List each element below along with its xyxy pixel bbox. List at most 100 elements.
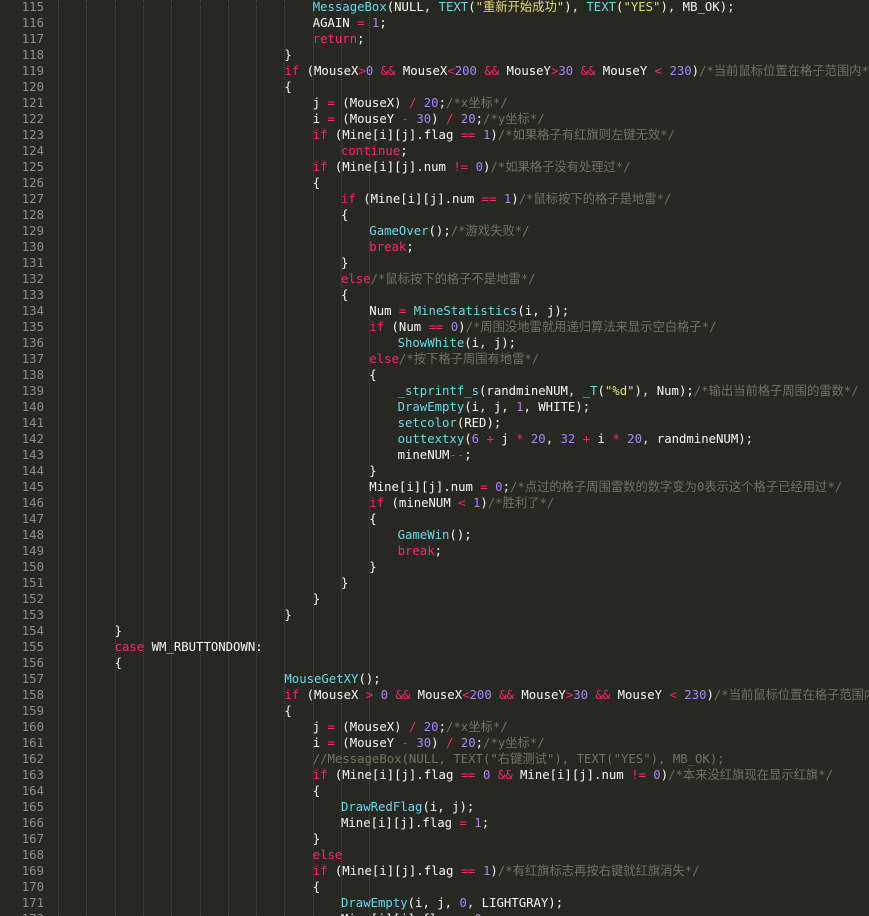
code-line[interactable]: 146 if (mineNUM < 1)/*胜利了*/ — [0, 495, 869, 511]
code-line[interactable]: 127 if (Mine[i][j].num == 1)/*鼠标按下的格子是地雷*… — [0, 191, 869, 207]
line-number: 140 — [21, 400, 44, 414]
token: MouseY — [595, 64, 655, 78]
code-editor[interactable]: 115 MessageBox(NULL, TEXT("重新开始成功"), TEXT… — [0, 0, 869, 916]
token: outtextxy — [397, 432, 465, 446]
code-line[interactable]: 133 { — [0, 287, 869, 303]
code-line[interactable]: 169 if (Mine[i][j].flag == 1)/*有红旗标志再按右键就… — [0, 863, 869, 879]
code-line[interactable]: 158 if (MouseX > 0 && MouseX<200 && Mouse… — [0, 687, 869, 703]
code-text: Mine[i][j].flag = 1; — [341, 815, 489, 831]
token: != — [631, 768, 646, 782]
code-line[interactable]: 160 j = (MouseX) / 20;/*x坐标*/ — [0, 719, 869, 735]
code-line[interactable]: 165 DrawRedFlag(i, j); — [0, 799, 869, 815]
code-line[interactable]: 118} — [0, 47, 869, 63]
token: && — [395, 688, 411, 702]
code-line[interactable]: 152} — [0, 591, 869, 607]
line-number: 139 — [21, 384, 44, 398]
token: - — [401, 112, 409, 126]
code-line[interactable]: 141 setcolor(RED); — [0, 415, 869, 431]
code-line[interactable]: 123 if (Mine[i][j].flag == 1)/*如果格子有红旗则左键… — [0, 127, 869, 143]
code-line[interactable]: 150} — [0, 559, 869, 575]
code-line[interactable]: 120 { — [0, 79, 869, 95]
code-text: { — [341, 287, 348, 303]
code-line[interactable]: 132 else/*鼠标按下的格子不是地雷*/ — [0, 271, 869, 287]
code-line[interactable]: 153} — [0, 607, 869, 623]
code-line[interactable]: 139 _stprintf_s(randmineNUM, _T("%d"), Nu… — [0, 383, 869, 399]
code-line[interactable]: 142 outtextxy(6 + j * 20, 32 + i * 20, ra… — [0, 431, 869, 447]
token: ; — [406, 240, 414, 254]
token: ; — [475, 112, 484, 126]
code-line[interactable]: 143 mineNUM--; — [0, 447, 869, 463]
code-line[interactable]: 126 { — [0, 175, 869, 191]
code-line[interactable]: 159 { — [0, 703, 869, 719]
code-line[interactable]: 167} — [0, 831, 869, 847]
code-line[interactable]: 119 if (MouseX>0 && MouseX<200 && MouseY>… — [0, 63, 869, 79]
code-line[interactable]: 166 Mine[i][j].flag = 1; — [0, 815, 869, 831]
code-line[interactable]: 164 { — [0, 783, 869, 799]
token: (i, j); — [517, 304, 570, 318]
code-line[interactable]: 155 case WM_RBUTTONDOWN: — [0, 639, 869, 655]
line-number: 117 — [21, 32, 44, 46]
token: (randmineNUM, — [479, 384, 583, 398]
code-line[interactable]: 138 { — [0, 367, 869, 383]
code-line[interactable]: 171 DrawEmpty(i, j, 0, LIGHTGRAY); — [0, 895, 869, 911]
token: , WHITE); — [523, 400, 591, 414]
code-line[interactable]: 147 { — [0, 511, 869, 527]
token: && — [497, 768, 513, 782]
code-text: MessageBox(NULL, TEXT("重新开始成功"), TEXT("Y… — [313, 0, 735, 15]
code-line[interactable]: 144} — [0, 463, 869, 479]
line-number: 154 — [21, 624, 44, 638]
token: MouseY — [610, 688, 670, 702]
code-line[interactable]: 135 if (Num == 0)/*周围没地雷就用递归算法来显示空白格子*/ — [0, 319, 869, 335]
code-line[interactable]: 124 continue; — [0, 143, 869, 159]
code-line[interactable]: 134 Num = MineStatistics(i, j); — [0, 303, 869, 319]
code-line[interactable]: 128 { — [0, 207, 869, 223]
code-line[interactable]: 151} — [0, 575, 869, 591]
token: 20 — [423, 720, 439, 734]
code-line[interactable]: 131} — [0, 255, 869, 271]
code-line[interactable]: 137 else/*按下格子周围有地雷*/ — [0, 351, 869, 367]
code-line[interactable]: 148 GameWin(); — [0, 527, 869, 543]
token: AGAIN — [312, 16, 358, 30]
code-text: if (Num == 0)/*周围没地雷就用递归算法来显示空白格子*/ — [369, 319, 716, 335]
code-line[interactable]: 125 if (Mine[i][j].num != 0)/*如果格子没有处理过*/ — [0, 159, 869, 175]
token: Num — [369, 304, 399, 318]
code-line[interactable]: 161 i = (MouseY - 30) / 20;/*y坐标*/ — [0, 735, 869, 751]
token: { — [369, 512, 377, 526]
code-line[interactable]: 130 break; — [0, 239, 869, 255]
code-line[interactable]: 162 //MessageBox(NULL, TEXT("右键测试"), TEXT… — [0, 751, 869, 767]
code-text: Num = MineStatistics(i, j); — [369, 303, 569, 319]
code-text: } — [313, 591, 320, 607]
code-line[interactable]: 129 GameOver();/*游戏失败*/ — [0, 223, 869, 239]
code-line[interactable]: 116 AGAIN = 1; — [0, 15, 869, 31]
token: (i, j); — [464, 336, 517, 350]
code-line[interactable]: 136 ShowWhite(i, j); — [0, 335, 869, 351]
token: continue — [341, 144, 401, 158]
code-line[interactable]: 154} — [0, 623, 869, 639]
code-line[interactable]: 145 Mine[i][j].num = 0;/*点过的格子周围雷数的数字变为0表… — [0, 479, 869, 495]
code-line[interactable]: 156 { — [0, 655, 869, 671]
code-line[interactable]: 170 { — [0, 879, 869, 895]
token: && — [499, 688, 514, 702]
line-number: 142 — [21, 432, 44, 446]
code-line[interactable]: 163 if (Mine[i][j].flag == 0 && Mine[i][j… — [0, 767, 869, 783]
token: DrawRedFlag — [341, 800, 423, 814]
code-line[interactable]: 149 break; — [0, 543, 869, 559]
token: if — [369, 496, 385, 510]
token: /*鼠标按下的格子是地雷*/ — [518, 192, 672, 206]
code-line[interactable]: 121 j = (MouseX) / 20;/*x坐标*/ — [0, 95, 869, 111]
code-line[interactable]: 140 DrawEmpty(i, j, 1, WHITE); — [0, 399, 869, 415]
code-line[interactable]: 117 return; — [0, 31, 869, 47]
token: ) — [691, 64, 700, 78]
code-text: } — [341, 255, 348, 271]
code-text: if (Mine[i][j].flag == 0 && Mine[i][j].n… — [313, 767, 833, 783]
code-line[interactable]: 168 else — [0, 847, 869, 863]
code-line[interactable]: 115 MessageBox(NULL, TEXT("重新开始成功"), TEXT… — [0, 0, 869, 15]
code-text: { — [115, 655, 122, 671]
line-number: 170 — [21, 880, 44, 894]
code-line[interactable]: 172 Mine[i][j].flag = 0; — [0, 911, 869, 916]
code-line[interactable]: 122 i = (MouseY - 30) / 20;/*y坐标*/ — [0, 111, 869, 127]
code-line[interactable]: 157 MouseGetXY(); — [0, 671, 869, 687]
